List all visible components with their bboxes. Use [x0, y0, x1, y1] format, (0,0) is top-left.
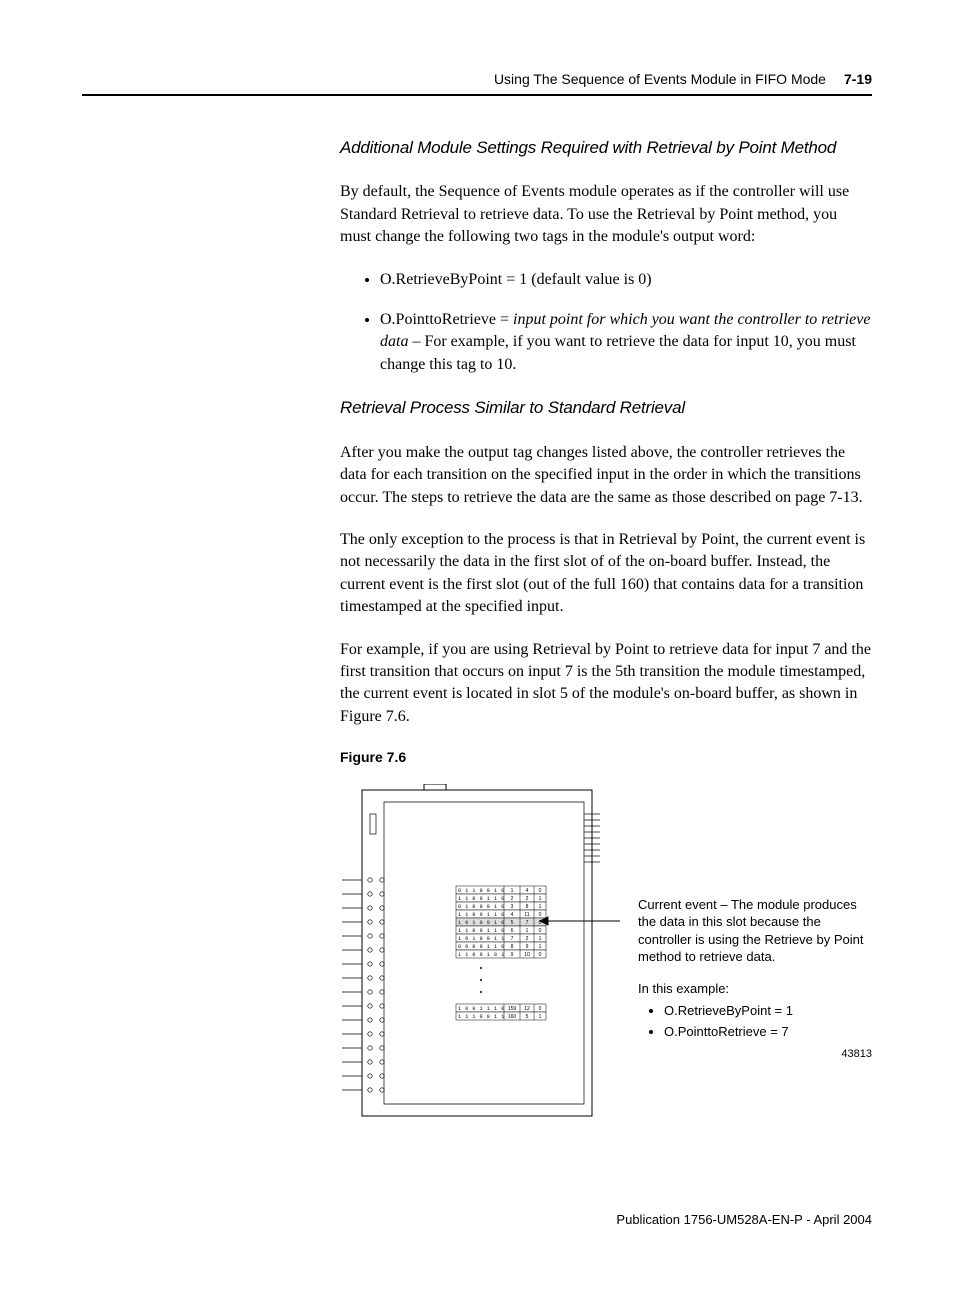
- svg-text:12: 12: [524, 1006, 530, 1012]
- svg-text:11: 11: [524, 912, 529, 918]
- svg-text:0 1 0 0 0 1 0: 0 1 0 0 0 1 0: [458, 904, 505, 910]
- publication-footer: Publication 1756-UM528A-EN-P - April 200…: [340, 1211, 872, 1229]
- svg-text:7: 7: [511, 936, 514, 942]
- svg-text:2: 2: [526, 896, 529, 902]
- section2-para3: For example, if you are using Retrieval …: [340, 639, 872, 729]
- header-rule: [82, 94, 872, 96]
- svg-text:0: 0: [539, 888, 542, 894]
- section2-heading: Retrieval Process Similar to Standard Re…: [340, 396, 872, 420]
- svg-text:10: 10: [524, 952, 530, 958]
- svg-text:3: 3: [511, 904, 514, 910]
- svg-text:1 1 0 0 1 1 0: 1 1 0 0 1 1 0: [458, 896, 505, 902]
- svg-text:1 0 1 0 0 1 1: 1 0 1 0 0 1 1: [458, 936, 505, 942]
- svg-text:2: 2: [511, 896, 514, 902]
- svg-text:0 1 1 0 0 1 0: 0 1 1 0 0 1 0: [458, 888, 505, 894]
- chapter-title: Using The Sequence of Events Module in F…: [494, 70, 826, 90]
- svg-text:0 0 0 0 1 1 0: 0 0 0 0 1 1 0: [458, 944, 505, 950]
- figure-id: 43813: [638, 1047, 872, 1062]
- svg-text:9: 9: [526, 944, 529, 950]
- svg-text:6: 6: [511, 928, 514, 934]
- svg-text:1 1 0 0 1 1 0: 1 1 0 0 1 1 0: [458, 912, 505, 918]
- svg-text:1 0 1 0 0 1 0: 1 0 1 0 0 1 0: [458, 920, 505, 926]
- svg-text:0: 0: [539, 928, 542, 934]
- svg-text:7: 7: [526, 920, 529, 926]
- svg-text:4: 4: [511, 912, 514, 918]
- svg-text:5: 5: [526, 1014, 529, 1020]
- bullet-item: O.PointtoRetrieve = input point for whic…: [380, 309, 872, 376]
- svg-text:1: 1: [526, 928, 529, 934]
- callout-list: O.RetrieveByPoint = 1 O.PointtoRetrieve …: [638, 1002, 872, 1041]
- section1-para: By default, the Sequence of Events modul…: [340, 181, 872, 248]
- svg-text:160: 160: [508, 1014, 517, 1020]
- svg-text:8: 8: [526, 904, 529, 910]
- callout-text: Current event – The module produces the …: [638, 896, 872, 966]
- svg-text:0: 0: [539, 1006, 542, 1012]
- svg-text:5: 5: [511, 920, 514, 926]
- bullet-text-lead: O.PointtoRetrieve =: [380, 311, 513, 328]
- svg-text:1 1 0 0 1 0 1: 1 1 0 0 1 0 1: [458, 952, 505, 958]
- callout-subtitle: In this example:: [638, 980, 872, 998]
- svg-text:1 1 1 0 0 1 1: 1 1 1 0 0 1 1: [458, 1014, 505, 1020]
- svg-text:1: 1: [539, 1014, 542, 1020]
- svg-text:0: 0: [539, 952, 542, 958]
- svg-text:1: 1: [539, 904, 542, 910]
- svg-text:0: 0: [539, 912, 542, 918]
- svg-text:1 0 0 1 1 1 0: 1 0 0 1 1 1 0: [458, 1006, 505, 1012]
- figure-row: 0 1 1 0 0 1 01401 1 0 0 1 1 02210 1 0 0 …: [340, 784, 872, 1131]
- svg-text:2: 2: [526, 936, 529, 942]
- figure-diagram: 0 1 1 0 0 1 01401 1 0 0 1 1 02210 1 0 0 …: [340, 784, 620, 1131]
- bullet-text-tail: – For example, if you want to retrieve t…: [380, 333, 856, 372]
- section1-bullets: O.RetrieveByPoint = 1 (default value is …: [340, 269, 872, 377]
- svg-text:1: 1: [539, 936, 542, 942]
- figure-label: Figure 7.6: [340, 748, 872, 768]
- running-header: Using The Sequence of Events Module in F…: [82, 70, 872, 90]
- svg-text:4: 4: [526, 888, 529, 894]
- svg-text:1 1 0 0 1 1 0: 1 1 0 0 1 1 0: [458, 928, 505, 934]
- page-number: 7-19: [844, 70, 872, 90]
- figure-callout: Current event – The module produces the …: [638, 896, 872, 1062]
- svg-text:8: 8: [511, 944, 514, 950]
- svg-text:1: 1: [511, 888, 514, 894]
- svg-text:1: 1: [539, 896, 542, 902]
- section2-para2: The only exception to the process is tha…: [340, 529, 872, 619]
- svg-text:9: 9: [511, 952, 514, 958]
- callout-list-item: O.RetrieveByPoint = 1: [664, 1002, 872, 1020]
- svg-text:159: 159: [508, 1006, 517, 1012]
- section1-heading: Additional Module Settings Required with…: [340, 136, 872, 160]
- section2-para1: After you make the output tag changes li…: [340, 442, 872, 509]
- callout-list-item: O.PointtoRetrieve = 7: [664, 1023, 872, 1041]
- bullet-item: O.RetrieveByPoint = 1 (default value is …: [380, 269, 872, 291]
- svg-text:1: 1: [539, 944, 542, 950]
